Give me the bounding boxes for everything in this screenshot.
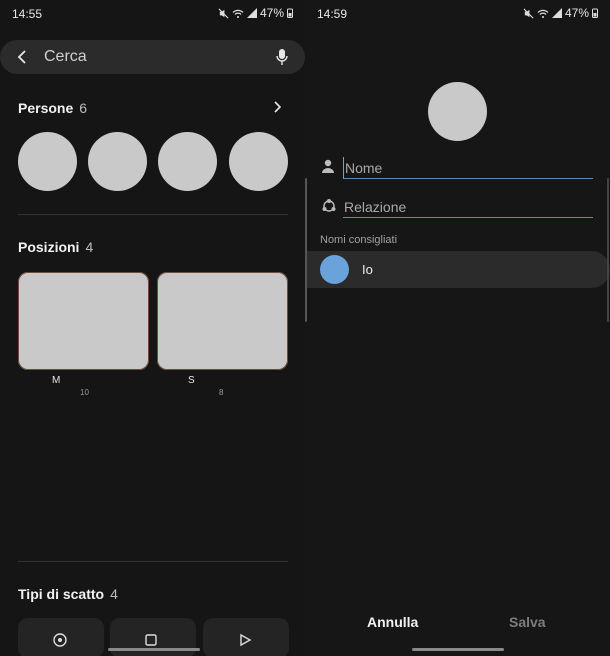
signal-icon	[246, 8, 257, 18]
section-divider	[18, 214, 288, 215]
place-label: S	[188, 375, 195, 386]
scrollbar[interactable]	[607, 178, 609, 322]
cancel-button[interactable]: Annulla	[367, 614, 418, 630]
place-count: 10	[80, 388, 89, 397]
person-avatar[interactable]	[18, 132, 77, 191]
people-title: Persone	[18, 100, 74, 116]
person-avatar[interactable]	[229, 132, 288, 191]
name-field[interactable]	[343, 157, 593, 179]
place-label: M	[52, 375, 61, 386]
places-section-title[interactable]: Posizioni 4	[18, 239, 93, 255]
shots-title: Tipi di scatto	[18, 586, 105, 602]
shots-section-title[interactable]: Tipi di scatto 4	[18, 586, 118, 602]
battery-icon	[287, 8, 293, 18]
places-title: Posizioni	[18, 239, 80, 255]
status-time: 14:59	[317, 7, 348, 21]
save-button[interactable]: Salva	[509, 614, 546, 630]
chevron-right-icon[interactable]	[271, 100, 283, 114]
section-divider	[18, 561, 288, 562]
suggestion-avatar	[320, 255, 349, 284]
relation-icon	[322, 199, 336, 212]
shot-type-card[interactable]	[18, 618, 104, 656]
place-count: 8	[219, 388, 224, 397]
relation-field[interactable]	[343, 196, 593, 218]
place-thumbnail[interactable]	[18, 272, 149, 370]
battery-percent: 47%	[259, 6, 284, 20]
shot-type-card[interactable]	[203, 618, 289, 656]
status-time: 14:55	[12, 7, 43, 21]
battery-percent: 47%	[564, 6, 589, 20]
search-bar[interactable]	[0, 40, 305, 74]
nav-handle[interactable]	[412, 648, 504, 651]
nav-handle[interactable]	[108, 648, 200, 651]
person-avatar[interactable]	[158, 132, 217, 191]
people-count: 6	[79, 100, 88, 116]
status-icons: 47%	[218, 6, 293, 20]
person-avatar[interactable]	[88, 132, 147, 191]
search-input[interactable]	[44, 46, 244, 68]
signal-icon	[551, 8, 562, 18]
video-icon	[145, 634, 157, 646]
person-icon	[322, 159, 334, 173]
status-bar: 14:55 47%	[0, 0, 305, 28]
wifi-icon	[232, 9, 244, 18]
people-section-title[interactable]: Persone 6	[18, 100, 87, 116]
name-tag-screen: 14:59 47% Nomi consigliati Io Annulla Sa…	[305, 0, 610, 656]
mic-icon[interactable]	[275, 48, 289, 66]
back-arrow-icon[interactable]	[14, 48, 32, 66]
mute-icon	[218, 8, 229, 18]
battery-icon	[592, 8, 598, 18]
status-bar: 14:59 47%	[305, 0, 610, 28]
person-avatar-large[interactable]	[428, 82, 487, 141]
camera-lens-icon	[53, 633, 67, 647]
shots-count: 4	[110, 586, 118, 602]
places-count: 4	[85, 239, 94, 255]
mute-icon	[523, 8, 534, 18]
wifi-icon	[537, 9, 549, 18]
place-thumbnail[interactable]	[157, 272, 288, 370]
scrollbar[interactable]	[305, 178, 307, 322]
suggestion-item[interactable]: Io	[305, 251, 610, 288]
suggestions-heading: Nomi consigliati	[320, 234, 398, 246]
play-icon	[240, 633, 252, 647]
suggestion-name: Io	[362, 262, 373, 277]
status-icons: 47%	[523, 6, 598, 20]
search-screen: 14:55 47% Persone 6 Posizioni 4 M 10 S 8 T…	[0, 0, 305, 656]
